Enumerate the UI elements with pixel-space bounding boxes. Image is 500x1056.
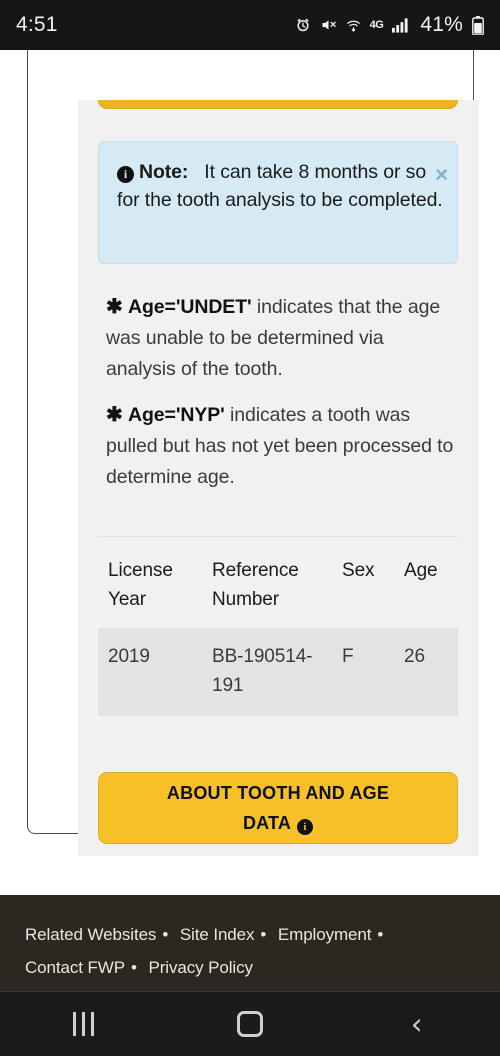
- footer-separator: •: [162, 925, 169, 944]
- footer-separator: •: [377, 925, 384, 944]
- table-body: 2019 BB-190514-191 F 26: [98, 628, 458, 716]
- status-time: 4:51: [16, 13, 58, 36]
- footer-line-1: Related Websites • Site Index • Employment…: [25, 918, 475, 951]
- info-icon: i: [117, 166, 134, 183]
- column-header-sex: Sex: [342, 560, 375, 581]
- mute-icon: [320, 17, 337, 33]
- footer-line-2: Contact FWP • Privacy Policy: [25, 951, 475, 984]
- cell-sex: F: [342, 646, 354, 667]
- home-button[interactable]: [205, 999, 295, 1049]
- footer-link-employment[interactable]: Employment: [278, 925, 372, 944]
- home-icon: [236, 1011, 263, 1037]
- column-header-license-year: License Year: [108, 560, 173, 610]
- cell-age: 26: [404, 646, 425, 667]
- asterisk-icon: ✱: [106, 296, 123, 318]
- footnote-undet: ✱ Age='UNDET' indicates that the age was…: [106, 292, 456, 385]
- android-nav-bar: ‹: [0, 991, 500, 1056]
- footnote-key: Age='UNDET': [128, 296, 252, 318]
- asterisk-icon: ✱: [106, 404, 123, 426]
- cell-reference-number: BB-190514-191: [212, 646, 313, 696]
- harvest-table: License Year Reference Number Sex Age 20…: [98, 550, 458, 716]
- cta-label: ABOUT TOOTH AND AGE DATA: [166, 783, 390, 833]
- status-bar: 4:51 4G 41%: [0, 0, 500, 50]
- back-button[interactable]: ‹: [372, 999, 462, 1049]
- footer-separator: •: [260, 925, 267, 944]
- close-icon[interactable]: ×: [435, 164, 448, 186]
- alarm-icon: [295, 17, 311, 33]
- footnote-key: Age='NYP': [128, 404, 225, 426]
- column-header-reference-number: Reference Number: [212, 560, 299, 610]
- about-tooth-and-age-data-button[interactable]: ABOUT TOOTH AND AGE DATA i: [98, 772, 458, 844]
- back-chevron-icon: ‹: [410, 1006, 423, 1041]
- column-header-age: Age: [404, 560, 438, 581]
- footer-link-related-websites[interactable]: Related Websites: [25, 925, 156, 944]
- status-icon-group: 4G 41%: [295, 13, 484, 37]
- table-head: License Year Reference Number Sex Age: [98, 550, 458, 628]
- battery-icon: [472, 15, 484, 35]
- page-card: i Note: It can take 8 months or so for th…: [27, 50, 479, 856]
- signal-bars-icon: [392, 17, 409, 33]
- recents-button[interactable]: [38, 999, 128, 1049]
- wifi-icon: [346, 17, 361, 33]
- cell-license-year: 2019: [108, 646, 150, 667]
- note-text: i Note: It can take 8 months or so for th…: [117, 158, 443, 214]
- footer-separator: •: [130, 958, 137, 977]
- battery-percent-label: 41%: [420, 13, 463, 36]
- note-label: Note:: [139, 161, 189, 183]
- network-4g-icon: 4G: [369, 18, 384, 31]
- footnote-nyp: ✱ Age='NYP' indicates a tooth was pulled…: [106, 400, 456, 493]
- scrolled-off-button[interactable]: [98, 100, 458, 109]
- note-banner: i Note: It can take 8 months or so for th…: [98, 141, 458, 264]
- cta-label-wrap: ABOUT TOOTH AND AGE DATA i: [99, 778, 457, 838]
- site-footer: Related Websites • Site Index • Employment…: [0, 895, 500, 991]
- section-divider: [98, 536, 458, 537]
- footer-link-contact-fwp[interactable]: Contact FWP: [25, 958, 125, 977]
- footer-link-privacy-policy[interactable]: Privacy Policy: [148, 958, 253, 977]
- table-row[interactable]: 2019 BB-190514-191 F 26: [98, 628, 458, 716]
- info-icon: i: [297, 819, 314, 835]
- footer-link-site-index[interactable]: Site Index: [180, 925, 255, 944]
- recents-icon: [72, 1012, 94, 1036]
- table-header-row: License Year Reference Number Sex Age: [98, 550, 458, 628]
- phone-screen: 4:51 4G 41% i Note: It can take 8 months…: [0, 0, 500, 1056]
